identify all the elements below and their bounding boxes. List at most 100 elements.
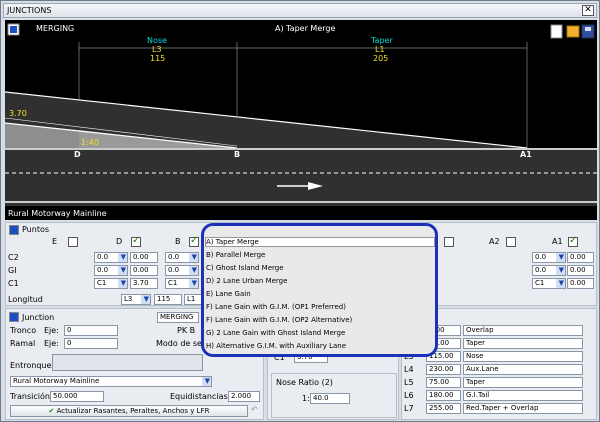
road-diagram	[5, 23, 597, 206]
a1-c2-value[interactable]: 0.00	[567, 252, 594, 263]
length-code-5: L6	[404, 391, 414, 400]
length-value-6[interactable]: 255.00	[426, 403, 461, 414]
d-gi-select[interactable]: 0.0 ▼	[94, 265, 128, 276]
length-code-3: L4	[404, 365, 414, 374]
mainline-select[interactable]: Rural Motorway Mainline ▼	[10, 376, 212, 387]
length-desc-6: Red.Taper + Overlap	[463, 403, 583, 414]
dropdown-option-h[interactable]: H) Alternative G.I.M. with Auxiliary Lan…	[206, 342, 346, 350]
taper-label: Taper	[371, 36, 393, 45]
length-desc-3: Aux.Lane	[463, 364, 583, 375]
col-a2-label: A2	[489, 237, 500, 246]
col-d-label: D	[116, 237, 123, 246]
point-a1: A1	[520, 150, 532, 159]
ramal-eje-label: Eje:	[44, 339, 59, 348]
col-e-check[interactable]	[68, 237, 78, 247]
a1-c1-value[interactable]: 0.00	[567, 278, 594, 289]
a1-c1-select[interactable]: C1 ▼	[532, 278, 566, 289]
transicion-label: Transición	[10, 392, 50, 401]
longitud-label: Longitud	[8, 295, 43, 304]
tronco-eje-field[interactable]: 0	[64, 325, 118, 336]
d-c2-value[interactable]: 0.00	[130, 252, 158, 263]
dropdown-option-f2[interactable]: F) Lane Gain with G.I.M. (OP2 Alternativ…	[206, 316, 352, 324]
length-desc-5: G.I.Tail	[463, 390, 583, 401]
junction-title-label: Junction	[22, 313, 55, 322]
nose-code: L3	[152, 45, 162, 54]
taper-value: 205	[373, 54, 389, 63]
puntos-icon	[9, 225, 19, 235]
junction-type-dropdown[interactable]: A) Taper Merge B) Parallel Merge C) Ghos…	[201, 223, 438, 357]
col-a2-check[interactable]	[506, 237, 516, 247]
b-gi-select[interactable]: 0.0 ▼	[165, 265, 199, 276]
ramal-eje-field[interactable]: 0	[64, 338, 118, 349]
point-b: B	[234, 150, 241, 159]
ratio-label: 1:40	[81, 138, 99, 147]
undo-icon[interactable]: ↶	[251, 405, 258, 414]
a1-c2-select[interactable]: 0.0 ▼	[532, 252, 566, 263]
col-a1-label: A1	[552, 237, 563, 246]
tronco-label: Tronco	[10, 326, 37, 335]
length-code-6: L7	[404, 404, 414, 413]
transicion-field[interactable]: 50.000	[50, 391, 104, 402]
d-gi-value[interactable]: 0.00	[130, 265, 158, 276]
col-b-label: B	[175, 237, 181, 246]
b-c2-select[interactable]: 0.0 ▼	[165, 252, 199, 263]
length-desc-4: Taper	[463, 377, 583, 388]
dropdown-option-g[interactable]: G) 2 Lane Gain with Ghost Island Merge	[206, 329, 345, 337]
width-label: 3.70	[9, 109, 27, 118]
junction-icon	[9, 312, 19, 322]
b-c1-select[interactable]: C1 ▼	[165, 278, 199, 289]
close-icon[interactable]: ✕	[582, 5, 594, 16]
length-desc-1: Taper	[463, 338, 583, 349]
entronques-field[interactable]	[52, 354, 203, 371]
length-desc-2: Nose	[463, 351, 583, 362]
a1-gi-value[interactable]: 0.00	[567, 265, 594, 276]
ramal-label: Ramal	[10, 339, 36, 348]
title-bar: JUNCTIONS ✕	[3, 3, 597, 18]
dropdown-option-c[interactable]: C) Ghost Island Merge	[206, 264, 284, 272]
taper-code: L1	[375, 45, 385, 54]
col-e-label: E	[52, 237, 58, 246]
row-gi-label: GI	[8, 266, 17, 275]
equidistancias-field[interactable]: 2.000	[228, 391, 260, 402]
length-desc-0: Overlap	[463, 325, 583, 336]
length-value-3[interactable]: 230.00	[426, 364, 461, 375]
dropdown-option-e[interactable]: E) Lane Gain	[206, 290, 251, 298]
nose-label: Nose	[147, 36, 167, 45]
update-button[interactable]: ✔ Actualizar Rasantes, Peraltes, Anchos …	[10, 405, 248, 417]
dropdown-option-a[interactable]: A) Taper Merge	[205, 237, 435, 247]
longitud-code-select[interactable]: L3 ▼	[121, 294, 151, 305]
tronco-eje-label: Eje:	[44, 326, 59, 335]
nose-ratio-prefix: 1:	[302, 394, 310, 403]
a1-gi-select[interactable]: 0.0 ▼	[532, 265, 566, 276]
nose-ratio-group: Nose Ratio (2) 1: 40.0	[271, 373, 397, 418]
junction-title: A) Taper Merge	[275, 24, 336, 33]
col-d-check[interactable]	[131, 235, 141, 247]
junctions-window: JUNCTIONS ✕ MERGING A) Taper Merge Nose …	[0, 0, 600, 422]
point-d: D	[74, 150, 81, 159]
length-code-4: L5	[404, 378, 414, 387]
check-icon: ✔	[48, 407, 57, 415]
nose-value: 115	[150, 54, 166, 63]
nose-ratio-field[interactable]: 40.0	[310, 393, 350, 404]
col-a1-check[interactable]	[568, 235, 578, 247]
junction-type-field[interactable]: MERGING	[157, 312, 199, 323]
col-b-check[interactable]	[189, 235, 199, 247]
entronques-label: Entronques	[10, 361, 56, 370]
length-value-5[interactable]: 180.00	[426, 390, 461, 401]
dropdown-option-f1[interactable]: F) Lane Gain with G.I.M. (OP1 Preferred)	[206, 303, 346, 311]
d-c1-value[interactable]: 3.70	[130, 278, 158, 289]
dropdown-option-d[interactable]: D) 2 Lane Urban Merge	[206, 277, 287, 285]
equidistancias-label: Equidistancias	[170, 392, 228, 401]
pk-label: PK B	[177, 326, 196, 335]
mode-label: MERGING	[36, 24, 75, 33]
d-c1-select[interactable]: C1 ▼	[94, 278, 128, 289]
col-a3-check[interactable]	[444, 237, 454, 247]
window-title: JUNCTIONS	[7, 6, 52, 15]
dropdown-option-b[interactable]: B) Parallel Merge	[206, 251, 265, 259]
road-name: Rural Motorway Mainline	[8, 209, 107, 218]
row-c1-label: C1	[8, 279, 19, 288]
d-c2-select[interactable]: 0.0 ▼	[94, 252, 128, 263]
longitud-value[interactable]: 115	[154, 294, 182, 305]
row-c2-label: C2	[8, 253, 19, 262]
length-value-4[interactable]: 75.00	[426, 377, 461, 388]
